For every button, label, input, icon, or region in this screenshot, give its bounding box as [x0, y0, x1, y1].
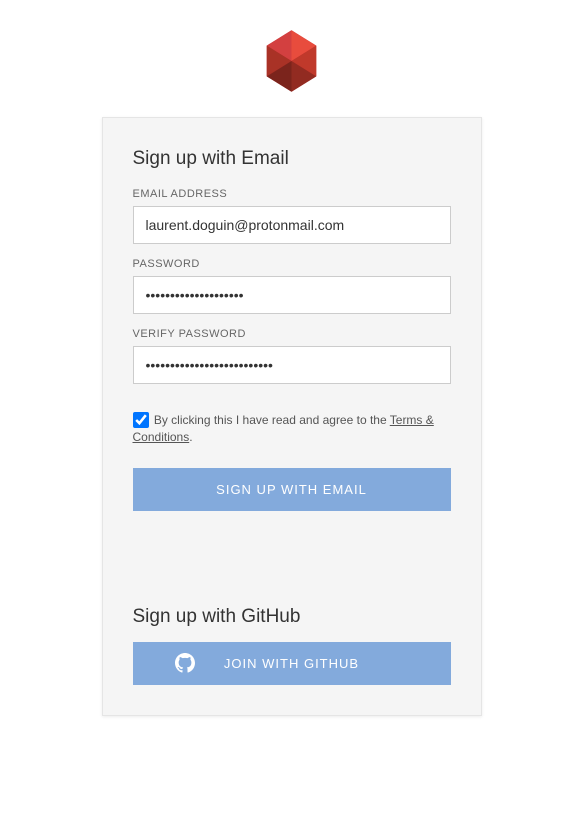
signup-email-button[interactable]: SIGN UP WITH EMAIL	[133, 468, 451, 511]
signup-card: Sign up with Email EMAIL ADDRESS PASSWOR…	[102, 117, 482, 716]
clever-cloud-logo-icon	[264, 30, 319, 92]
terms-row: By clicking this I have read and agree t…	[133, 412, 451, 446]
terms-checkbox[interactable]	[133, 412, 149, 428]
verify-password-input[interactable]	[133, 346, 451, 384]
signup-email-button-label: SIGN UP WITH EMAIL	[216, 482, 367, 497]
verify-password-group: VERIFY PASSWORD	[133, 328, 451, 384]
email-signup-heading: Sign up with Email	[133, 148, 451, 170]
email-label: EMAIL ADDRESS	[133, 188, 451, 200]
logo-container	[0, 0, 583, 117]
verify-password-label: VERIFY PASSWORD	[133, 328, 451, 340]
signup-github-button-label: JOIN WITH GITHUB	[224, 656, 359, 671]
password-group: PASSWORD	[133, 258, 451, 314]
github-icon	[175, 653, 195, 673]
terms-text-prefix: By clicking this I have read and agree t…	[151, 413, 390, 427]
password-label: PASSWORD	[133, 258, 451, 270]
github-section: Sign up with GitHub JOIN WITH GITHUB	[133, 606, 451, 685]
email-group: EMAIL ADDRESS	[133, 188, 451, 244]
signup-github-button[interactable]: JOIN WITH GITHUB	[133, 642, 451, 685]
password-input[interactable]	[133, 276, 451, 314]
terms-text-suffix: .	[189, 430, 192, 444]
email-input[interactable]	[133, 206, 451, 244]
github-signup-heading: Sign up with GitHub	[133, 606, 451, 628]
